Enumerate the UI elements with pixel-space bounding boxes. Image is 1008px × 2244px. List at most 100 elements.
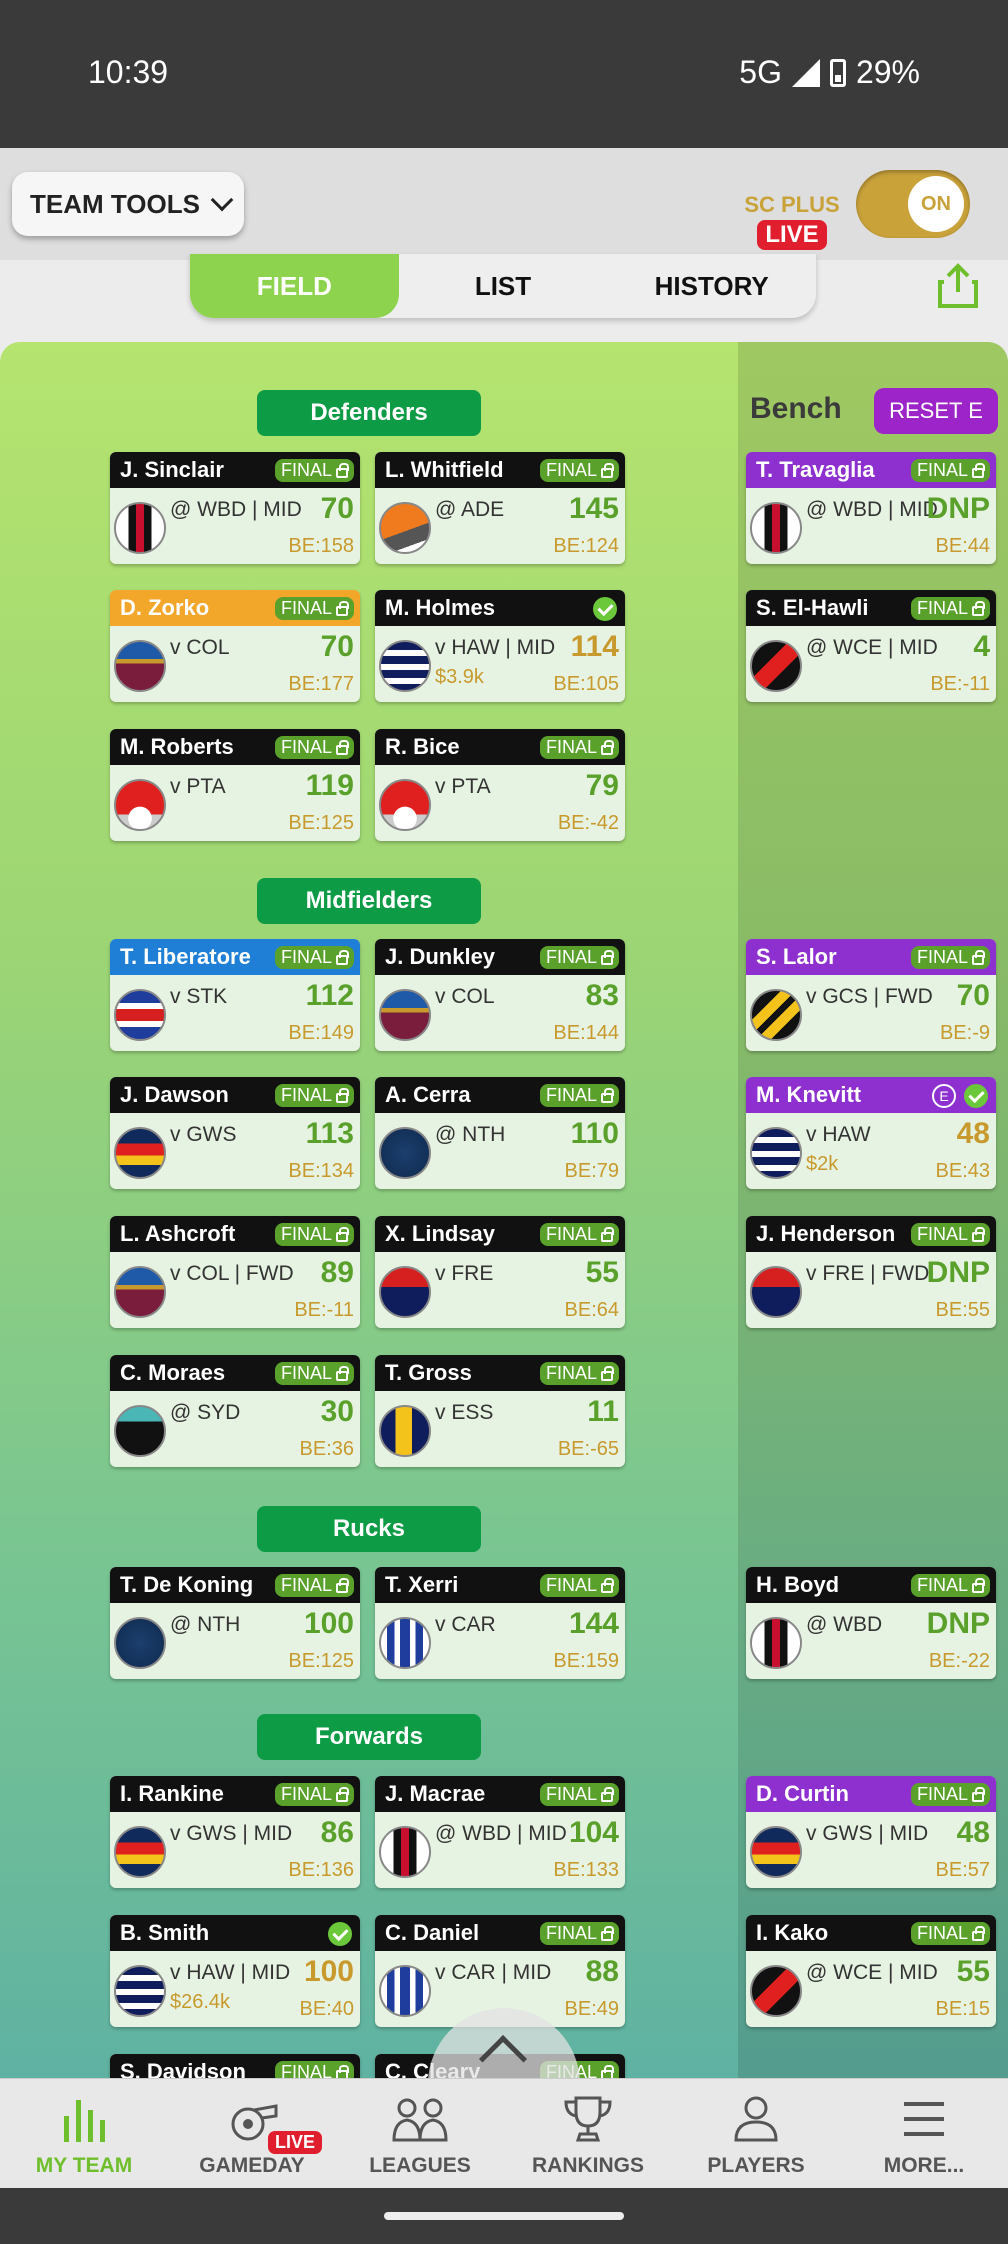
player-score: 119	[305, 769, 354, 802]
player-name: M. Holmes	[385, 595, 496, 620]
final-label: FINAL	[545, 460, 597, 480]
player-card[interactable]: I. Kako FINAL @ WCE | MID 55 BE:15	[746, 1915, 996, 2027]
view-tabs: FIELD LIST HISTORY	[190, 254, 816, 318]
nav-leagues[interactable]: LEAGUES	[336, 2079, 504, 2188]
final-badge: FINAL	[910, 1922, 990, 1945]
menu-icon	[904, 2102, 944, 2136]
player-card[interactable]: T. Xerri FINAL v CAR 144 BE:159	[375, 1567, 625, 1679]
player-card[interactable]: L. Whitfield FINAL @ ADE 145 BE:124	[375, 452, 625, 564]
player-card-header: L. Whitfield FINAL	[375, 452, 625, 488]
player-card[interactable]: I. Rankine FINAL v GWS | MID 86 BE:136	[110, 1776, 360, 1888]
lock-icon	[972, 949, 985, 965]
lock-icon	[972, 1786, 985, 1802]
match-info: @ WCE | MID	[806, 1961, 938, 1984]
guernsey-icon	[114, 1965, 166, 2017]
player-card[interactable]: M. Roberts FINAL v PTA 119 BE:125	[110, 729, 360, 841]
player-card[interactable]: D. Curtin FINAL v GWS | MID 48 BE:57	[746, 1776, 996, 1888]
player-score: 11	[587, 1395, 619, 1428]
guernsey-icon	[379, 779, 431, 831]
player-card[interactable]: T. Liberatore FINAL v STK 112 BE:149	[110, 939, 360, 1051]
player-name: R. Bice	[385, 734, 460, 759]
lock-icon	[601, 1925, 614, 1941]
guernsey-icon	[379, 1826, 431, 1878]
price-change: $2k	[806, 1153, 839, 1175]
share-icon[interactable]	[936, 262, 980, 310]
player-score: 114	[570, 630, 619, 663]
player-score: 86	[320, 1816, 354, 1849]
player-card[interactable]: S. Lalor FINAL v GCS | FWD 70 BE:-9	[746, 939, 996, 1051]
breakeven: BE:125	[288, 812, 354, 834]
player-card[interactable]: T. De Koning FINAL @ NTH 100 BE:125	[110, 1567, 360, 1679]
team-tools-button[interactable]: TEAM TOOLS	[12, 172, 244, 236]
player-name: L. Ashcroft	[120, 1221, 236, 1246]
player-name: A. Cerra	[385, 1082, 471, 1107]
player-card[interactable]: C. Moraes FINAL @ SYD 30 BE:36	[110, 1355, 360, 1467]
tab-field[interactable]: FIELD	[190, 254, 399, 318]
guernsey-icon	[114, 989, 166, 1041]
sc-plus-toggle[interactable]: ON	[856, 170, 970, 238]
player-card[interactable]: T. Travaglia FINAL @ WBD | MID DNP BE:44	[746, 452, 996, 564]
lock-icon	[601, 1786, 614, 1802]
player-card[interactable]: L. Ashcroft FINAL v COL | FWD 89 BE:-11	[110, 1216, 360, 1328]
player-card[interactable]: S. El-Hawli FINAL @ WCE | MID 4 BE:-11	[746, 590, 996, 702]
lock-icon	[336, 1087, 349, 1103]
match-info: v PTA	[170, 775, 226, 798]
match-info: v FRE	[435, 1262, 494, 1285]
final-badge: FINAL	[910, 1574, 990, 1597]
player-score: 4	[973, 630, 990, 663]
player-card[interactable]: D. Zorko FINAL v COL 70 BE:177	[110, 590, 360, 702]
player-name: B. Smith	[120, 1920, 210, 1945]
match-info: v GCS | FWD	[806, 985, 933, 1008]
player-name: I. Kako	[756, 1920, 829, 1945]
player-card[interactable]: R. Bice FINAL v PTA 79 BE:-42	[375, 729, 625, 841]
player-card[interactable]: M. Holmes v HAW | MID $3.9k 114 BE:105	[375, 590, 625, 702]
match-info: v HAW | MID	[435, 636, 556, 659]
player-card[interactable]: J. Henderson FINAL v FRE | FWD DNP BE:55	[746, 1216, 996, 1328]
tab-history[interactable]: HISTORY	[607, 254, 816, 318]
final-label: FINAL	[916, 1224, 968, 1244]
player-card[interactable]: J. Dawson FINAL v GWS 113 BE:134	[110, 1077, 360, 1189]
final-label: FINAL	[916, 460, 968, 480]
reset-e-button[interactable]: RESET E	[874, 388, 998, 434]
player-card[interactable]: J. Dunkley FINAL v COL 83 BE:144	[375, 939, 625, 1051]
player-card-body: v GWS | MID 48 BE:57	[746, 1812, 996, 1888]
guernsey-icon	[750, 1617, 802, 1669]
player-card[interactable]: J. Macrae FINAL @ WBD | MID 104 BE:133	[375, 1776, 625, 1888]
player-card[interactable]: X. Lindsay FINAL v FRE 55 BE:64	[375, 1216, 625, 1328]
final-label: FINAL	[545, 1575, 597, 1595]
nav-rankings[interactable]: RANKINGS	[504, 2079, 672, 2188]
status-icons: 5G 29%	[739, 54, 920, 91]
player-score: 113	[305, 1117, 354, 1150]
final-label: FINAL	[280, 947, 332, 967]
player-card-body: v GCS | FWD 70 BE:-9	[746, 975, 996, 1051]
match-info: @ WBD | MID	[435, 1822, 567, 1845]
player-card-header: S. El-Hawli FINAL	[746, 590, 996, 626]
final-badge: FINAL	[910, 946, 990, 969]
tab-list[interactable]: LIST	[399, 254, 608, 318]
player-card-header: T. Liberatore FINAL	[110, 939, 360, 975]
player-card[interactable]: T. Gross FINAL v ESS 11 BE:-65	[375, 1355, 625, 1467]
final-badge: FINAL	[274, 1223, 354, 1246]
guernsey-icon	[379, 989, 431, 1041]
player-card[interactable]: M. Knevitt Ev HAW $2k 48 BE:43	[746, 1077, 996, 1189]
guernsey-icon	[379, 1266, 431, 1318]
toggle-knob: ON	[908, 176, 964, 232]
player-card[interactable]: A. Cerra FINAL @ NTH 110 BE:79	[375, 1077, 625, 1189]
player-card[interactable]: B. Smith v HAW | MID $26.4k 100 BE:40	[110, 1915, 360, 2027]
nav-label-my-team: MY TEAM	[35, 2154, 133, 2177]
home-indicator[interactable]	[384, 2212, 624, 2220]
final-label: FINAL	[545, 1224, 597, 1244]
person-icon	[734, 2096, 778, 2142]
match-info: @ WBD | MID	[806, 498, 938, 521]
status-bar: 10:39 5G 29%	[0, 0, 1008, 148]
defenders-heading: Defenders	[257, 390, 481, 436]
nav-more[interactable]: MORE...	[840, 2079, 1008, 2188]
nav-gameday[interactable]: LIVE GAMEDAY	[168, 2079, 336, 2188]
guernsey-icon	[750, 640, 802, 692]
nav-my-team[interactable]: MY TEAM	[0, 2079, 168, 2188]
player-score: 100	[303, 1607, 354, 1640]
player-card[interactable]: J. Sinclair FINAL @ WBD | MID 70 BE:158	[110, 452, 360, 564]
breakeven: BE:36	[299, 1438, 354, 1460]
nav-players[interactable]: PLAYERS	[672, 2079, 840, 2188]
player-card[interactable]: H. Boyd FINAL @ WBD DNP BE:-22	[746, 1567, 996, 1679]
